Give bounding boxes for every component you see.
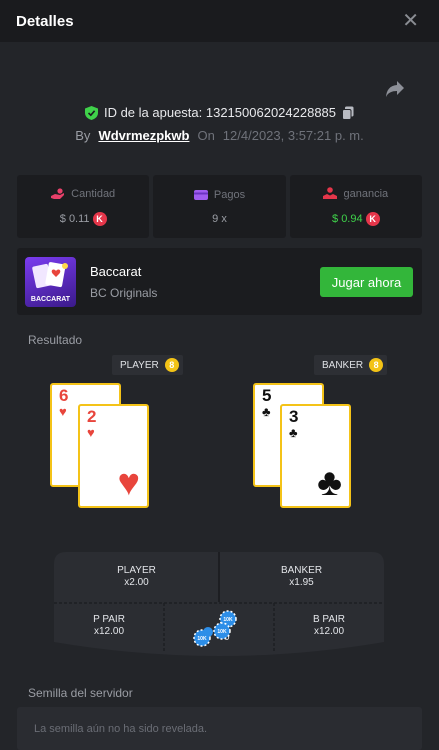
club-icon: ♣ bbox=[262, 404, 271, 419]
card-rank: 5 bbox=[262, 386, 272, 405]
player-score: 8 bbox=[164, 358, 179, 372]
player-tag: PLAYER 8 bbox=[112, 355, 183, 375]
bet-id-row: ID de la apuesta: 132150062024228885 bbox=[0, 105, 439, 120]
card-rank: 3 bbox=[289, 407, 299, 426]
player-tag-label: PLAYER bbox=[120, 359, 159, 371]
bet-banker[interactable]: BANKER x1.95 bbox=[219, 552, 384, 602]
stat-payout-value-row: 9 x bbox=[212, 213, 227, 225]
bet-tie[interactable]: 0 10K 10K 10K bbox=[164, 604, 274, 652]
heart-icon: ♥ bbox=[59, 404, 67, 419]
chip-stack-icon: 10K 10K 10K bbox=[193, 610, 237, 647]
modal-title: Detalles bbox=[16, 12, 74, 30]
share-icon[interactable] bbox=[385, 80, 405, 98]
play-now-button[interactable]: Jugar ahora bbox=[320, 267, 413, 297]
server-seed-label: Semilla del servidor bbox=[28, 686, 133, 700]
coin-icon: K bbox=[92, 211, 107, 226]
stat-payout-label-row: Pagos bbox=[193, 188, 246, 201]
stat-payout-value: 9 x bbox=[212, 212, 227, 225]
close-icon[interactable]: ✕ bbox=[402, 11, 419, 31]
stat-payout: Pagos 9 x bbox=[153, 175, 286, 238]
bets-table: PLAYER x2.00 BANKER x1.95 P PAIR x12.00 … bbox=[54, 552, 384, 660]
user-link[interactable]: Wdvrmezpkwb bbox=[98, 128, 189, 143]
bet-date: 12/4/2023, 3:57:21 p. m. bbox=[222, 128, 364, 143]
stat-payout-label: Pagos bbox=[213, 188, 246, 201]
chip-label: 10K bbox=[223, 617, 233, 623]
baccarat-thumbnail[interactable]: BACCARAT bbox=[25, 257, 76, 307]
chip-label: 10K bbox=[217, 629, 227, 635]
bet-b-pair-name: B PAIR bbox=[312, 613, 346, 625]
bet-author-row: By Wdvrmezpkwb On 12/4/2023, 3:57:21 p. … bbox=[0, 128, 439, 143]
stat-profit: ganancia $ 0.94 K bbox=[289, 175, 422, 238]
thumb-label: BACCARAT bbox=[30, 296, 71, 303]
bet-banker-name: BANKER bbox=[280, 564, 323, 576]
on-label: On bbox=[197, 128, 215, 143]
coin-icon: K bbox=[365, 212, 380, 226]
result-label: Resultado bbox=[28, 333, 83, 347]
game-info: BACCARAT Baccarat BC Originals Jugar aho… bbox=[17, 248, 422, 315]
club-icon: ♣ bbox=[317, 462, 342, 504]
bet-id: ID de la apuesta: 132150062024228885 bbox=[103, 105, 337, 120]
bet-stats: Cantidad $ 0.11 K Pagos 9 x ganancia $ 0… bbox=[17, 175, 422, 238]
banker-tag-label: BANKER bbox=[322, 359, 364, 371]
card-rank: 2 bbox=[87, 407, 97, 426]
chip-label: 10K bbox=[197, 636, 207, 642]
wallet-icon bbox=[193, 189, 208, 200]
bet-b-pair[interactable]: B PAIR x12.00 bbox=[274, 604, 384, 648]
player-card-2: 2 ♥ ♥ bbox=[78, 404, 149, 508]
bet-banker-odds: x1.95 bbox=[289, 577, 314, 588]
game-provider: BC Originals bbox=[90, 286, 158, 300]
banker-card-2: 3 ♣ ♣ bbox=[280, 404, 351, 508]
stat-profit-label-row: ganancia bbox=[323, 187, 388, 200]
bet-p-pair-odds: x12.00 bbox=[93, 626, 125, 637]
bet-p-pair[interactable]: P PAIR x12.00 bbox=[54, 604, 164, 648]
bet-player-odds: x2.00 bbox=[124, 577, 149, 588]
copy-icon[interactable] bbox=[342, 106, 354, 120]
club-icon: ♣ bbox=[289, 425, 298, 440]
modal-header: Detalles ✕ bbox=[0, 0, 439, 42]
money-hand-icon bbox=[51, 187, 65, 199]
stat-profit-value-row: $ 0.94 K bbox=[332, 212, 380, 226]
stat-amount-label: Cantidad bbox=[71, 187, 116, 200]
bet-player[interactable]: PLAYER x2.00 bbox=[54, 552, 219, 602]
stat-profit-label: ganancia bbox=[343, 187, 389, 200]
card-rank: 6 bbox=[59, 386, 69, 405]
heart-icon: ♥ bbox=[87, 425, 95, 440]
banker-score: 8 bbox=[369, 358, 384, 372]
stat-amount-label-row: Cantidad bbox=[51, 188, 115, 200]
stat-profit-value: $ 0.94 bbox=[332, 213, 363, 225]
verified-shield-icon bbox=[84, 105, 98, 120]
game-name: Baccarat bbox=[90, 264, 142, 279]
bet-p-pair-name: P PAIR bbox=[93, 613, 125, 625]
stat-amount: Cantidad $ 0.11 K bbox=[17, 175, 150, 238]
heart-icon: ♥ bbox=[117, 462, 140, 504]
bet-b-pair-odds: x12.00 bbox=[313, 626, 345, 637]
profit-icon bbox=[323, 187, 338, 199]
bet-player-name: PLAYER bbox=[117, 564, 156, 576]
server-seed-field[interactable]: La semilla aún no ha sido revelada. bbox=[17, 707, 422, 750]
stat-amount-value: $ 0.11 bbox=[59, 212, 90, 225]
banker-tag: BANKER 8 bbox=[314, 355, 388, 375]
stat-amount-value-row: $ 0.11 K bbox=[59, 211, 107, 226]
by-label: By bbox=[75, 128, 91, 143]
